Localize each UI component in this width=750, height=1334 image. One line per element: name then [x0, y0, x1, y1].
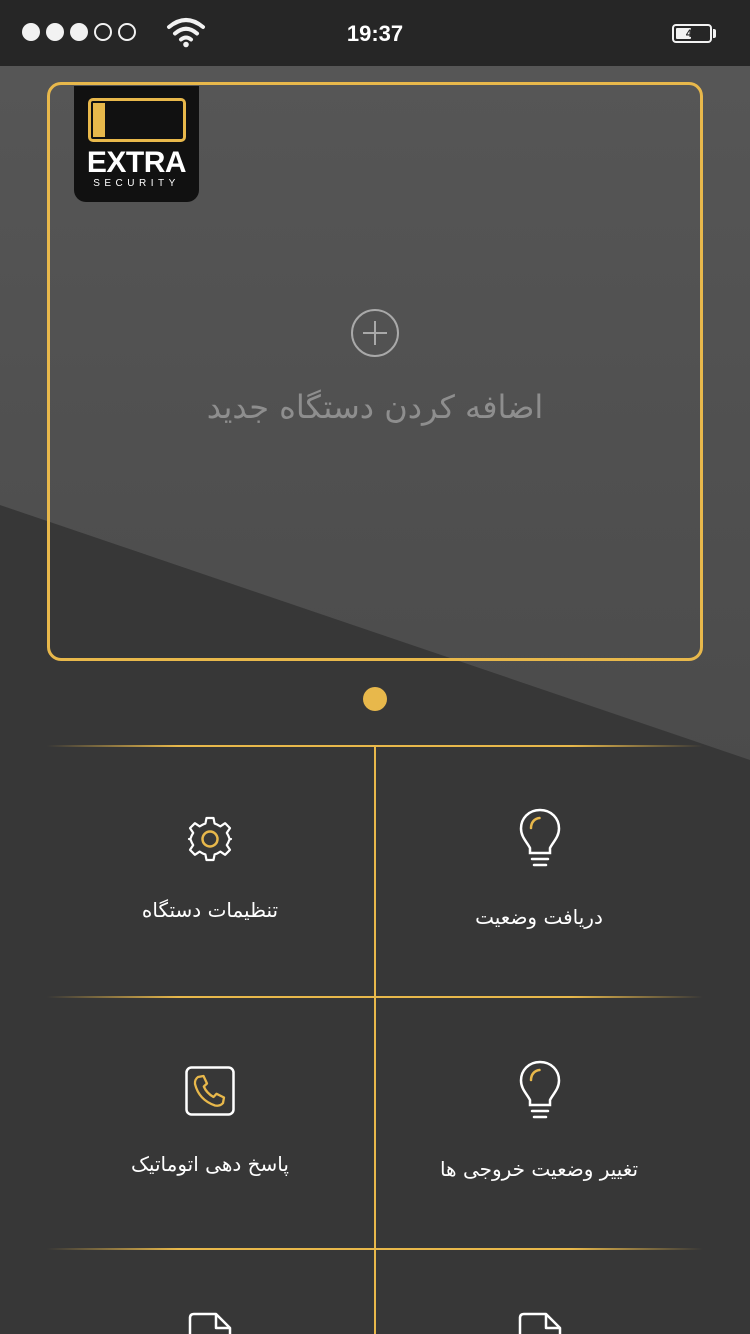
status-time: 19:37 — [346, 21, 404, 46]
menu-item-label: دریافت وضعیت — [475, 905, 603, 929]
menu-item-change-output-status[interactable]: تغییر وضعیت خروجی ها — [376, 998, 702, 1248]
battery-level: 46 — [685, 27, 699, 40]
page-indicator-dot[interactable] — [363, 687, 387, 711]
menu-item-auto-answer[interactable]: پاسخ دهی اتوماتیک — [47, 998, 373, 1248]
menu-item-label: تنظیمات دستگاه — [141, 898, 279, 922]
menu-item[interactable] — [47, 1250, 373, 1334]
battery-tip — [713, 29, 716, 38]
phone-icon — [185, 1066, 235, 1116]
plus-circle-icon[interactable] — [350, 308, 400, 358]
lightbulb-icon — [519, 808, 561, 867]
brand-name: EXTRA — [86, 146, 187, 179]
lightbulb-icon — [519, 1060, 561, 1119]
gear-icon — [187, 816, 233, 862]
menu-item-device-settings[interactable]: تنظیمات دستگاه — [47, 747, 373, 997]
status-bar: 19:37 46 — [0, 0, 750, 66]
document-icon — [188, 1312, 232, 1334]
menu-item[interactable] — [376, 1250, 702, 1334]
add-device-label[interactable]: اضافه کردن دستگاه جدید — [100, 384, 650, 430]
battery-logo-icon — [88, 98, 186, 142]
battery-logo-bar — [93, 103, 105, 137]
brand-logo: EXTRA SECURITY — [74, 86, 199, 202]
battery-icon: 46 — [672, 24, 712, 43]
menu-item-label: پاسخ دهی اتوماتیک — [131, 1152, 289, 1176]
menu-item-label: تغییر وضعیت خروجی ها — [439, 1157, 639, 1181]
menu-item-get-status[interactable]: دریافت وضعیت — [376, 747, 702, 997]
brand-tagline: SECURITY — [93, 178, 180, 189]
document-icon — [518, 1312, 562, 1334]
